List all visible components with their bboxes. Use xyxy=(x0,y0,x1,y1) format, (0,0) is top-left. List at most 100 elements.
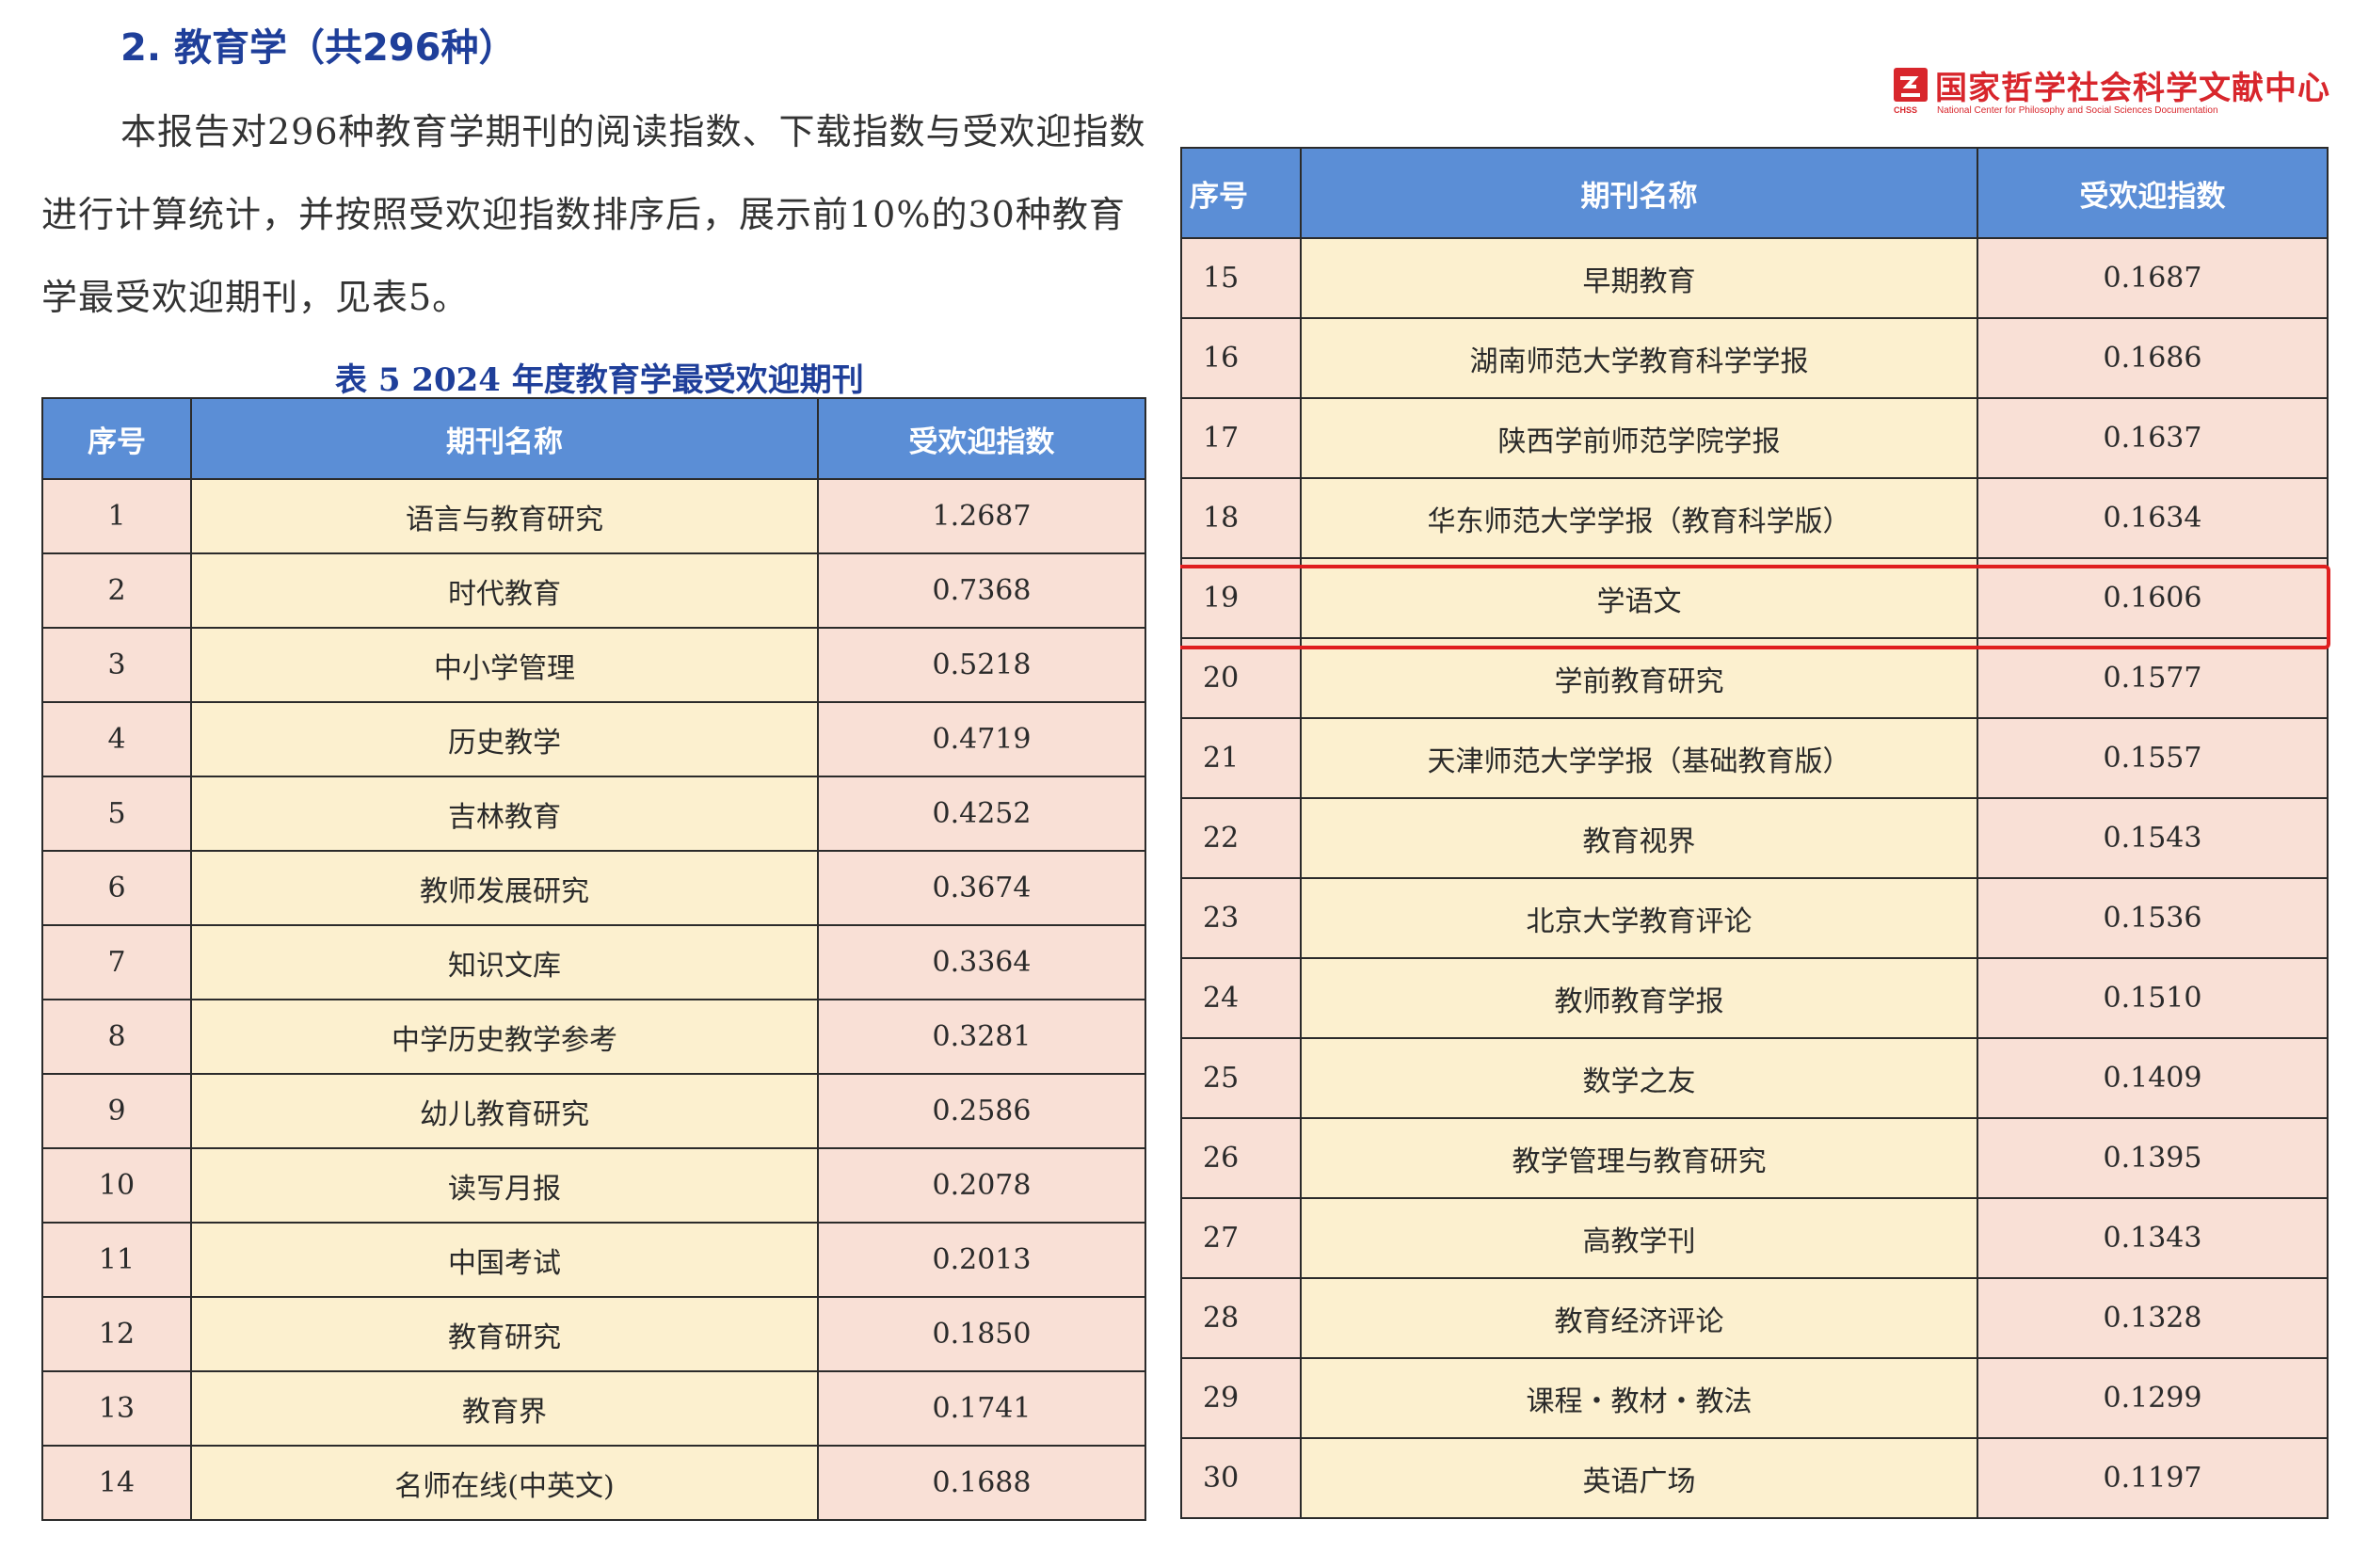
table-row: 25 数学之友 0.1409 xyxy=(1180,1037,2329,1119)
journal-name: 中国考试 xyxy=(190,1222,819,1298)
header-no: 序号 xyxy=(41,397,192,480)
journal-name: 知识文库 xyxy=(190,924,819,1000)
table-row: 23 北京大学教育评论 0.1536 xyxy=(1180,877,2329,959)
popularity-index: 0.2078 xyxy=(817,1147,1146,1224)
journal-name: 学语文 xyxy=(1300,557,1978,639)
table-row: 14 名师在线(中英文) 0.1688 xyxy=(41,1445,1146,1521)
table-header-row: 序号 期刊名称 受欢迎指数 xyxy=(41,397,1146,480)
popularity-index: 0.4252 xyxy=(817,776,1146,852)
row-number: 25 xyxy=(1180,1037,1302,1119)
table-row: 12 教育研究 0.1850 xyxy=(41,1296,1146,1372)
popularity-index: 0.3364 xyxy=(817,924,1146,1000)
journal-table-right: 序号 期刊名称 受欢迎指数 15 早期教育 0.1687 16 湖南师范大学教育科学学报… xyxy=(1180,147,2329,1519)
row-number: 9 xyxy=(41,1073,192,1149)
journal-name: 课程・教材・教法 xyxy=(1300,1357,1978,1439)
table-row: 29 课程・教材・教法 0.1299 xyxy=(1180,1357,2329,1439)
header-no: 序号 xyxy=(1180,147,1302,239)
row-number: 21 xyxy=(1180,717,1302,799)
popularity-index: 0.1687 xyxy=(1977,237,2329,319)
journal-name: 名师在线(中英文) xyxy=(190,1445,819,1521)
popularity-index: 0.1197 xyxy=(1977,1437,2329,1519)
popularity-index: 0.1637 xyxy=(1977,397,2329,479)
journal-name: 学前教育研究 xyxy=(1300,637,1978,719)
table-row: 4 历史教学 0.4719 xyxy=(41,701,1146,777)
row-number: 24 xyxy=(1180,957,1302,1039)
popularity-index: 0.1343 xyxy=(1977,1197,2329,1279)
popularity-index: 0.1741 xyxy=(817,1370,1146,1447)
journal-name: 时代教育 xyxy=(190,552,819,629)
table-row: 28 教育经济评论 0.1328 xyxy=(1180,1277,2329,1359)
popularity-index: 0.3281 xyxy=(817,999,1146,1075)
table-header-row: 序号 期刊名称 受欢迎指数 xyxy=(1180,147,2329,239)
popularity-index: 0.1688 xyxy=(817,1445,1146,1521)
row-number: 28 xyxy=(1180,1277,1302,1359)
section-title: 2. 教育学（共296种） xyxy=(120,26,517,70)
popularity-index: 1.2687 xyxy=(817,478,1146,554)
row-number: 7 xyxy=(41,924,192,1000)
row-number: 13 xyxy=(41,1370,192,1447)
row-number: 4 xyxy=(41,701,192,777)
journal-name: 北京大学教育评论 xyxy=(1300,877,1978,959)
popularity-index: 0.1510 xyxy=(1977,957,2329,1039)
row-number: 3 xyxy=(41,627,192,703)
journal-name: 教师发展研究 xyxy=(190,850,819,926)
table-row: 19 学语文 0.1606 xyxy=(1180,557,2329,639)
row-number: 29 xyxy=(1180,1357,1302,1439)
journal-name: 湖南师范大学教育科学学报 xyxy=(1300,317,1978,399)
popularity-index: 0.1606 xyxy=(1977,557,2329,639)
row-number: 23 xyxy=(1180,877,1302,959)
popularity-index: 0.1543 xyxy=(1977,797,2329,879)
journal-name: 华东师范大学学报（教育科学版） xyxy=(1300,477,1978,559)
table-row: 24 教师教育学报 0.1510 xyxy=(1180,957,2329,1039)
journal-name: 教育经济评论 xyxy=(1300,1277,1978,1359)
row-number: 26 xyxy=(1180,1117,1302,1199)
table-row: 21 天津师范大学学报（基础教育版） 0.1557 xyxy=(1180,717,2329,799)
popularity-index: 0.1395 xyxy=(1977,1117,2329,1199)
row-number: 8 xyxy=(41,999,192,1075)
popularity-index: 0.1536 xyxy=(1977,877,2329,959)
table-row: 30 英语广场 0.1197 xyxy=(1180,1437,2329,1519)
table-row: 26 教学管理与教育研究 0.1395 xyxy=(1180,1117,2329,1199)
row-number: 20 xyxy=(1180,637,1302,719)
header-value: 受欢迎指数 xyxy=(817,397,1146,480)
table-row: 9 幼儿教育研究 0.2586 xyxy=(41,1073,1146,1149)
journal-name: 幼儿教育研究 xyxy=(190,1073,819,1149)
table-row: 11 中国考试 0.2013 xyxy=(41,1222,1146,1298)
row-number: 12 xyxy=(41,1296,192,1372)
journal-name: 教师教育学报 xyxy=(1300,957,1978,1039)
table-row: 16 湖南师范大学教育科学学报 0.1686 xyxy=(1180,317,2329,399)
table-row: 18 华东师范大学学报（教育科学版） 0.1634 xyxy=(1180,477,2329,559)
header-name: 期刊名称 xyxy=(190,397,819,480)
row-number: 5 xyxy=(41,776,192,852)
logo-text-en: National Center for Philosophy and Socia… xyxy=(1937,105,2218,116)
logo-text-cn: 国家哲学社会科学文献中心 xyxy=(1935,70,2330,107)
table-row: 6 教师发展研究 0.3674 xyxy=(41,850,1146,926)
row-number: 22 xyxy=(1180,797,1302,879)
row-number: 6 xyxy=(41,850,192,926)
journal-name: 教学管理与教育研究 xyxy=(1300,1117,1978,1199)
table-row: 15 早期教育 0.1687 xyxy=(1180,237,2329,319)
journal-name: 天津师范大学学报（基础教育版） xyxy=(1300,717,1978,799)
popularity-index: 0.1328 xyxy=(1977,1277,2329,1359)
row-number: 16 xyxy=(1180,317,1302,399)
journal-name: 教育研究 xyxy=(190,1296,819,1372)
row-number: 30 xyxy=(1180,1437,1302,1519)
logo-abbr: CHSS xyxy=(1894,105,1918,115)
table-row: 5 吉林教育 0.4252 xyxy=(41,776,1146,852)
table-row: 3 中小学管理 0.5218 xyxy=(41,627,1146,703)
popularity-index: 0.1634 xyxy=(1977,477,2329,559)
journal-name: 教育视界 xyxy=(1300,797,1978,879)
table-row: 20 学前教育研究 0.1577 xyxy=(1180,637,2329,719)
header-name: 期刊名称 xyxy=(1300,147,1978,239)
popularity-index: 0.1577 xyxy=(1977,637,2329,719)
table-row: 27 高教学刊 0.1343 xyxy=(1180,1197,2329,1279)
popularity-index: 0.4719 xyxy=(817,701,1146,777)
row-number: 11 xyxy=(41,1222,192,1298)
row-number: 18 xyxy=(1180,477,1302,559)
chss-logo: 国家哲学社会科学文献中心 CHSS National Center for Ph… xyxy=(1894,66,2329,119)
journal-name: 陕西学前师范学院学报 xyxy=(1300,397,1978,479)
table-row: 17 陕西学前师范学院学报 0.1637 xyxy=(1180,397,2329,479)
table-row: 8 中学历史教学参考 0.3281 xyxy=(41,999,1146,1075)
table-row: 7 知识文库 0.3364 xyxy=(41,924,1146,1000)
row-number: 17 xyxy=(1180,397,1302,479)
